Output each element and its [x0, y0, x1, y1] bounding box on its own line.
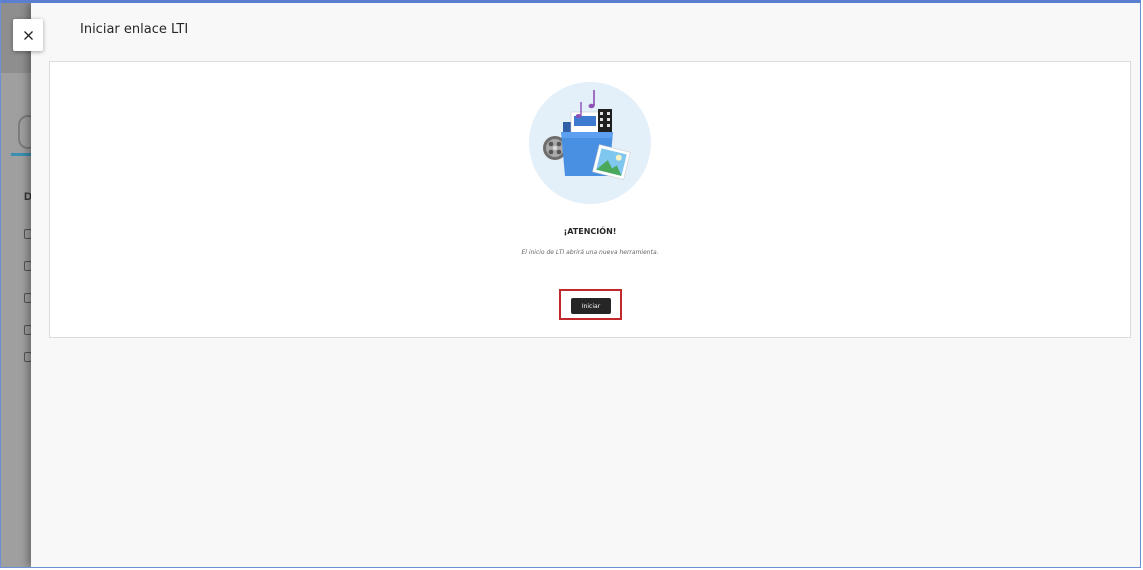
- media-folder-illustration-icon: [529, 82, 651, 204]
- panel-title: Iniciar enlace LTI: [80, 22, 189, 37]
- close-icon: [23, 30, 33, 40]
- lti-launch-panel: Iniciar enlace LTI ¡ATENCIÓN! El inicio …: [31, 3, 1140, 567]
- window-frame: D Iniciar enlace LTI ¡ATENCIÓN! El inici…: [0, 0, 1141, 568]
- launch-card: ¡ATENCIÓN! El inicio de LTI abrirá una n…: [49, 61, 1131, 338]
- background-page: D: [1, 3, 38, 567]
- close-panel-button[interactable]: [13, 19, 43, 51]
- attention-heading: ¡ATENCIÓN!: [563, 227, 617, 236]
- launch-button[interactable]: Iniciar: [571, 298, 611, 314]
- background-active-indicator: [11, 153, 31, 156]
- launch-message: El inicio de LTI abrirá una nueva herram…: [521, 249, 659, 256]
